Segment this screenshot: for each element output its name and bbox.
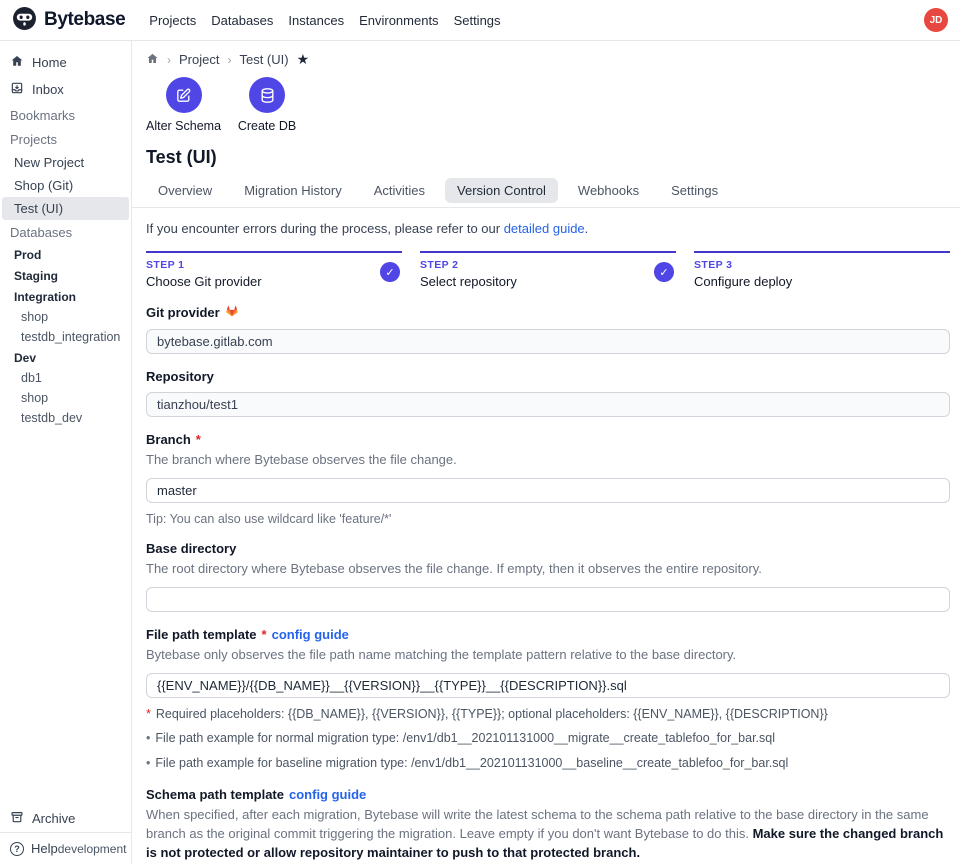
base-directory-input[interactable] bbox=[146, 587, 950, 612]
step-2-select-repository: STEP 2 Select repository ✓ bbox=[420, 251, 676, 289]
sidebar-env-dev[interactable]: Dev bbox=[0, 347, 131, 368]
nav-environments[interactable]: Environments bbox=[359, 13, 438, 28]
sidebar-item-home[interactable]: Home bbox=[0, 49, 131, 76]
inbox-icon bbox=[10, 81, 24, 98]
tab-webhooks[interactable]: Webhooks bbox=[566, 178, 651, 203]
breadcrumb: › Project › Test (UI) ★ bbox=[146, 51, 950, 68]
file-path-example-baseline: • File path example for baseline migrati… bbox=[146, 755, 950, 772]
breadcrumb-home-icon[interactable] bbox=[146, 52, 159, 68]
file-path-example-normal: • File path example for normal migration… bbox=[146, 730, 950, 747]
brand-name: Bytebase bbox=[44, 9, 125, 31]
field-schema-path-template: Schema path template config guide When s… bbox=[146, 787, 950, 864]
quick-actions: Alter Schema Create DB bbox=[146, 77, 950, 133]
field-file-path-template: File path template * config guide Byteba… bbox=[146, 627, 950, 772]
sidebar-section-databases[interactable]: Databases bbox=[0, 220, 131, 244]
schema-path-description: When specified, after each migration, By… bbox=[146, 806, 950, 863]
help-icon: ? bbox=[10, 842, 24, 856]
sidebar-item-shop-git[interactable]: Shop (Git) bbox=[0, 174, 131, 197]
favorite-star-icon[interactable]: ★ bbox=[297, 51, 310, 68]
field-git-provider: Git provider bbox=[146, 304, 950, 354]
setup-steps: STEP 1 Choose Git provider ✓ STEP 2 Sele… bbox=[146, 251, 950, 289]
sidebar-env-integration[interactable]: Integration bbox=[0, 286, 131, 307]
alter-schema-button[interactable]: Alter Schema bbox=[146, 77, 221, 133]
release-channel-badge: development bbox=[58, 842, 127, 856]
nav-databases[interactable]: Databases bbox=[211, 13, 273, 28]
breadcrumb-project[interactable]: Project bbox=[179, 52, 219, 67]
top-navbar: Bytebase Projects Databases Instances En… bbox=[0, 0, 960, 41]
step-1-check-icon: ✓ bbox=[380, 262, 400, 282]
breadcrumb-test-ui[interactable]: Test (UI) bbox=[239, 52, 288, 67]
sidebar-section-projects[interactable]: Projects bbox=[0, 127, 131, 151]
sidebar-env-staging[interactable]: Staging bbox=[0, 265, 131, 286]
database-icon bbox=[249, 77, 285, 113]
main-content: › Project › Test (UI) ★ Alter Schema bbox=[132, 41, 960, 864]
tab-migration-history[interactable]: Migration History bbox=[232, 178, 354, 203]
repository-input bbox=[146, 392, 950, 417]
tab-version-control[interactable]: Version Control bbox=[445, 178, 558, 203]
sidebar-item-bookmarks[interactable]: Bookmarks bbox=[0, 103, 131, 127]
edit-icon bbox=[166, 77, 202, 113]
sidebar-db-testdb-integration[interactable]: testdb_integration bbox=[0, 327, 131, 347]
sidebar: Home Inbox Bookmarks Projects New Projec… bbox=[0, 41, 132, 864]
field-branch: Branch * The branch where Bytebase obser… bbox=[146, 432, 950, 526]
gitlab-icon bbox=[225, 304, 239, 321]
tab-overview[interactable]: Overview bbox=[146, 178, 224, 203]
file-path-template-input[interactable] bbox=[146, 673, 950, 698]
tab-activities[interactable]: Activities bbox=[362, 178, 437, 203]
sidebar-env-prod[interactable]: Prod bbox=[0, 244, 131, 265]
sidebar-db-shop-integration[interactable]: shop bbox=[0, 307, 131, 327]
field-base-directory: Base directory The root directory where … bbox=[146, 541, 950, 612]
home-icon bbox=[10, 54, 24, 71]
step-2-check-icon: ✓ bbox=[654, 262, 674, 282]
page-title: Test (UI) bbox=[146, 147, 950, 168]
sidebar-db-db1[interactable]: db1 bbox=[0, 368, 131, 388]
error-notice: If you encounter errors during the proce… bbox=[146, 208, 950, 247]
create-db-button[interactable]: Create DB bbox=[235, 77, 299, 133]
sidebar-item-archive[interactable]: Archive bbox=[0, 805, 131, 832]
sidebar-db-shop-dev[interactable]: shop bbox=[0, 388, 131, 408]
nav-projects[interactable]: Projects bbox=[149, 13, 196, 28]
file-path-config-guide-link[interactable]: config guide bbox=[272, 627, 349, 642]
sidebar-db-testdb-dev[interactable]: testdb_dev bbox=[0, 408, 131, 428]
nav-instances[interactable]: Instances bbox=[288, 13, 344, 28]
nav-settings[interactable]: Settings bbox=[454, 13, 501, 28]
branch-input[interactable] bbox=[146, 478, 950, 503]
schema-path-config-guide-link[interactable]: config guide bbox=[289, 787, 366, 802]
bytebase-logo[interactable]: Bytebase bbox=[12, 6, 125, 34]
file-path-required-note: * Required placeholders: {{DB_NAME}}, {{… bbox=[146, 706, 950, 723]
sidebar-item-test-ui[interactable]: Test (UI) bbox=[2, 197, 129, 220]
main-nav: Projects Databases Instances Environment… bbox=[149, 13, 500, 28]
git-provider-input bbox=[146, 329, 950, 354]
detailed-guide-link[interactable]: detailed guide bbox=[504, 221, 585, 236]
field-repository: Repository bbox=[146, 369, 950, 417]
archive-icon bbox=[10, 810, 24, 827]
sidebar-item-new-project[interactable]: New Project bbox=[0, 151, 131, 174]
sidebar-item-inbox[interactable]: Inbox bbox=[0, 76, 131, 103]
branch-tip: Tip: You can also use wildcard like 'fea… bbox=[146, 512, 950, 526]
step-1-choose-git-provider: STEP 1 Choose Git provider ✓ bbox=[146, 251, 402, 289]
step-3-configure-deploy: STEP 3 Configure deploy bbox=[694, 251, 950, 289]
project-tabs: Overview Migration History Activities Ve… bbox=[146, 178, 950, 203]
tab-settings[interactable]: Settings bbox=[659, 178, 730, 203]
bytebase-logo-icon bbox=[12, 6, 37, 34]
sidebar-item-help[interactable]: ? Help bbox=[10, 841, 58, 856]
user-avatar[interactable]: JD bbox=[924, 8, 948, 32]
